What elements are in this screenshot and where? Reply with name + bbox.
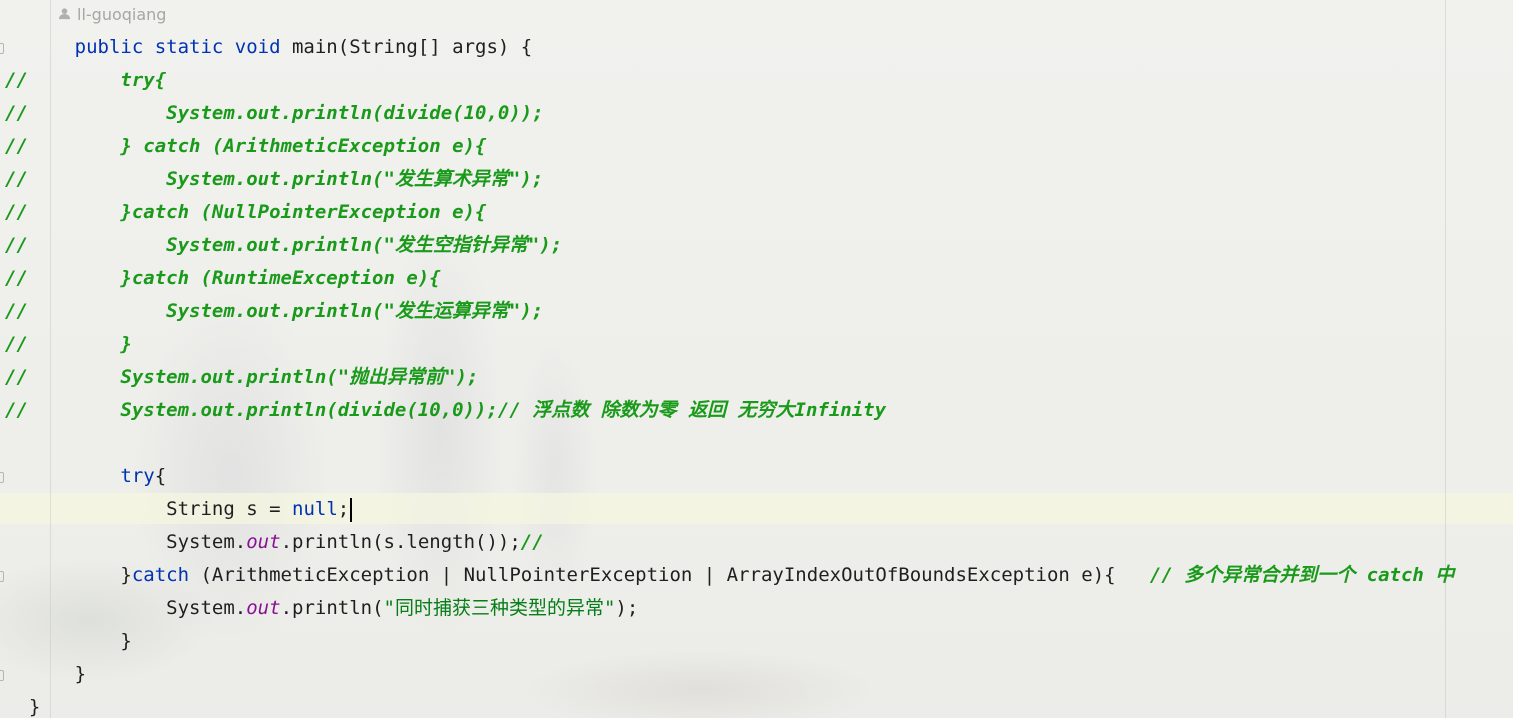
- code-line[interactable]: System.out.println(s.length());//: [6, 526, 544, 559]
- code-token: "同时捕获三种类型的异常": [383, 597, 616, 619]
- code-token: System.out.println("发生空指针异常");: [166, 234, 563, 256]
- code-token: // 多个异常合并到一个 catch 中: [1149, 564, 1455, 586]
- code-line[interactable]: System.out.println(divide(10,0));: [6, 97, 544, 130]
- code-token: out: [246, 531, 281, 553]
- fold-marker-icon[interactable]: [0, 472, 4, 483]
- code-token: System.out.println("发生运算异常");: [166, 300, 544, 322]
- code-line[interactable]: }: [6, 658, 86, 691]
- code-line[interactable]: }catch (RuntimeException e){: [6, 262, 441, 295]
- code-token: System.out.println("抛出异常前");: [120, 366, 479, 388]
- code-token: System.out.println("发生算术异常");: [166, 168, 544, 190]
- author-name: ll-guoqiang: [77, 4, 167, 24]
- code-line[interactable]: }catch (ArithmeticException | NullPointe…: [6, 559, 1454, 592]
- code-token: catch: [131, 564, 190, 586]
- code-token: (ArithmeticException | NullPointerExcept…: [189, 564, 1150, 586]
- code-line[interactable]: System.out.println(divide(10,0));// 浮点数 …: [6, 394, 886, 427]
- code-line[interactable]: }: [6, 691, 40, 718]
- right-margin-guide: [1445, 0, 1446, 718]
- code-token: System.out.println(divide(10,0));: [166, 102, 544, 124]
- code-author-hint[interactable]: ll-guoqiang: [58, 4, 166, 24]
- code-token: public static void: [74, 36, 292, 58]
- code-line[interactable]: } catch (ArithmeticException e){: [6, 130, 486, 163]
- code-token: main: [291, 36, 338, 58]
- code-token: }: [120, 630, 132, 652]
- code-token: out: [246, 597, 281, 619]
- code-token: }catch (RuntimeException e){: [120, 267, 441, 289]
- code-token: null: [292, 498, 338, 520]
- code-token: .println(s.length());: [280, 531, 521, 553]
- fold-marker-icon[interactable]: [0, 43, 4, 54]
- code-token: System.: [166, 531, 247, 553]
- code-line[interactable]: }catch (NullPointerException e){: [6, 196, 486, 229]
- person-icon: [58, 5, 71, 24]
- code-token: //: [520, 531, 544, 553]
- fold-marker-icon[interactable]: [0, 571, 4, 582]
- code-token: }catch (NullPointerException e){: [120, 201, 487, 223]
- code-line[interactable]: System.out.println("同时捕获三种类型的异常");: [6, 592, 638, 625]
- code-token: System.: [166, 597, 247, 619]
- code-line[interactable]: System.out.println("抛出异常前");: [6, 361, 479, 394]
- code-token: (String[] args) {: [337, 36, 533, 58]
- code-line[interactable]: public static void main(String[] args) {: [6, 31, 533, 64]
- code-token: {: [154, 465, 167, 487]
- code-line[interactable]: try{: [6, 64, 166, 97]
- code-token: System.out.println(divide(10,0));// 浮点数 …: [120, 399, 887, 421]
- code-line[interactable]: System.out.println("发生运算异常");: [6, 295, 543, 328]
- code-line[interactable]: System.out.println("发生空指针异常");: [6, 229, 562, 262]
- code-token: }: [120, 564, 132, 586]
- code-token: try{: [120, 69, 167, 91]
- code-token: );: [615, 597, 639, 619]
- code-token: }: [120, 333, 132, 355]
- code-line[interactable]: System.out.println("发生算术异常");: [6, 163, 543, 196]
- code-token: } catch (ArithmeticException e){: [120, 135, 487, 157]
- code-token: .println(: [280, 597, 384, 619]
- code-token: }: [28, 696, 41, 718]
- code-token: }: [74, 663, 87, 685]
- code-token: String s =: [166, 498, 292, 520]
- code-line[interactable]: try{: [6, 460, 166, 493]
- code-token: try: [120, 465, 155, 487]
- code-token: ;: [337, 498, 350, 520]
- text-caret: [350, 497, 353, 522]
- fold-marker-icon[interactable]: [0, 670, 4, 681]
- code-line[interactable]: [6, 427, 29, 460]
- code-line[interactable]: }: [6, 625, 132, 658]
- code-line[interactable]: String s = null;: [6, 493, 353, 526]
- code-line[interactable]: }: [6, 328, 132, 361]
